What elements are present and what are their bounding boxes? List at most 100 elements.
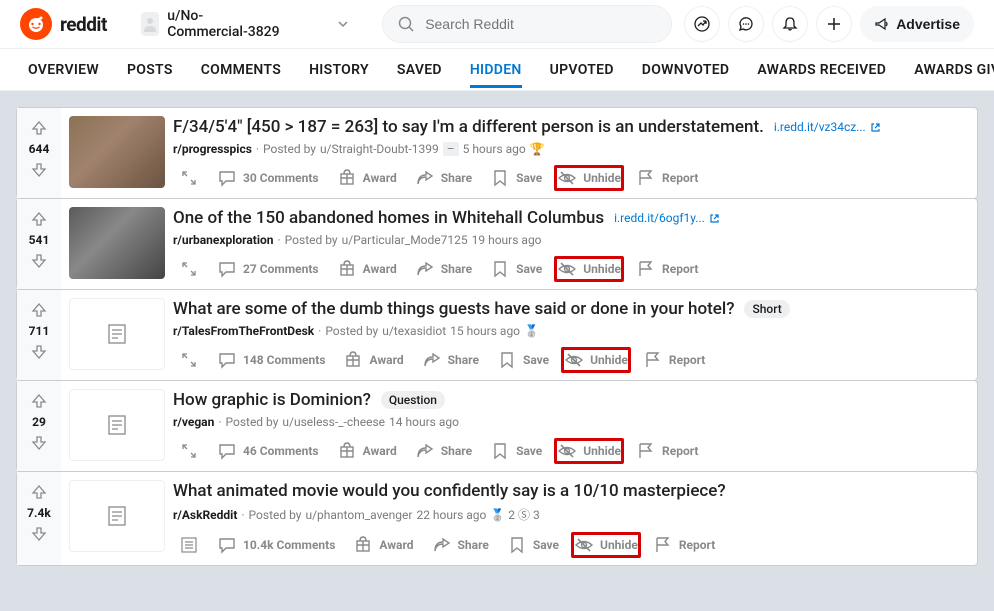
- downvote-button[interactable]: [27, 340, 51, 364]
- expand-button[interactable]: [173, 164, 205, 192]
- award-button[interactable]: Award: [347, 531, 419, 559]
- downvote-button[interactable]: [27, 249, 51, 273]
- downvote-button[interactable]: [27, 431, 51, 455]
- award-button[interactable]: Award: [331, 164, 403, 192]
- post-title[interactable]: F/34/5'4" [450 > 187 = 263] to say I'm a…: [173, 116, 764, 138]
- upvote-button[interactable]: [27, 298, 51, 322]
- tab-upvoted[interactable]: UPVOTED: [550, 52, 614, 88]
- external-link[interactable]: i.redd.it/6ogf1y...: [614, 211, 720, 225]
- subreddit-link[interactable]: r/AskReddit: [173, 508, 237, 522]
- author-link[interactable]: u/Straight-Doubt-1399: [320, 142, 439, 156]
- post-title[interactable]: What are some of the dumb things guests …: [173, 298, 734, 320]
- upvote-button[interactable]: [27, 389, 51, 413]
- share-button[interactable]: Share: [426, 531, 495, 559]
- share-icon: [415, 168, 435, 188]
- author-link[interactable]: u/phantom_avenger: [305, 508, 412, 522]
- top-header: reddit u/No-Commercial-3829: [0, 0, 994, 49]
- upvote-button[interactable]: [27, 207, 51, 231]
- post-flair[interactable]: Question: [381, 391, 445, 409]
- tab-history[interactable]: HISTORY: [309, 52, 369, 88]
- unhide-button[interactable]: Unhide: [561, 347, 631, 373]
- post-thumbnail-text-icon[interactable]: [69, 389, 165, 461]
- post-title[interactable]: How graphic is Dominion?: [173, 389, 371, 411]
- tab-hidden[interactable]: HIDDEN: [470, 52, 522, 88]
- author-link[interactable]: u/Particular_Mode7125: [342, 233, 468, 247]
- post-feed: 644 F/34/5'4" [450 > 187 = 263] to say I…: [0, 91, 994, 582]
- subreddit-link[interactable]: r/urbanexploration: [173, 233, 274, 247]
- share-button[interactable]: Share: [409, 164, 478, 192]
- advertise-button[interactable]: Advertise: [860, 6, 974, 42]
- subreddit-link[interactable]: r/TalesFromTheFrontDesk: [173, 324, 314, 338]
- expand-button[interactable]: [173, 531, 205, 559]
- share-icon: [432, 535, 452, 555]
- unhide-button[interactable]: Unhide: [571, 532, 641, 558]
- notifications-icon[interactable]: [772, 6, 808, 42]
- downvote-button[interactable]: [27, 522, 51, 546]
- subreddit-link[interactable]: r/vegan: [173, 415, 214, 429]
- author-link[interactable]: u/useless-_-cheese: [282, 415, 385, 429]
- save-button[interactable]: Save: [484, 164, 548, 192]
- post-title[interactable]: What animated movie would you confidentl…: [173, 480, 726, 502]
- expand-icon: [179, 259, 199, 279]
- share-icon: [415, 259, 435, 279]
- report-icon: [636, 168, 656, 188]
- share-icon: [415, 441, 435, 461]
- author-link[interactable]: u/texasidiot: [382, 324, 446, 338]
- tab-comments[interactable]: COMMENTS: [201, 52, 281, 88]
- award-button[interactable]: Award: [337, 346, 409, 374]
- report-button[interactable]: Report: [630, 255, 704, 283]
- post-flair[interactable]: Short: [744, 300, 789, 318]
- share-button[interactable]: Share: [409, 437, 478, 465]
- comments-button[interactable]: 46 Comments: [211, 437, 325, 465]
- search-input[interactable]: [425, 16, 657, 32]
- save-button[interactable]: Save: [484, 437, 548, 465]
- post-score: 711: [29, 324, 50, 338]
- report-button[interactable]: Report: [630, 437, 704, 465]
- unhide-button[interactable]: Unhide: [554, 256, 624, 282]
- comments-button[interactable]: 30 Comments: [211, 164, 325, 192]
- unhide-button[interactable]: Unhide: [554, 438, 624, 464]
- downvote-button[interactable]: [27, 158, 51, 182]
- post-title[interactable]: One of the 150 abandoned homes in Whiteh…: [173, 207, 604, 229]
- post-thumbnail[interactable]: [69, 116, 165, 188]
- award-button[interactable]: Award: [331, 437, 403, 465]
- post-thumbnail-text-icon[interactable]: [69, 298, 165, 370]
- external-link[interactable]: i.redd.it/vz34cz...: [774, 120, 881, 134]
- chat-icon[interactable]: [728, 6, 764, 42]
- share-button[interactable]: Share: [409, 255, 478, 283]
- tab-posts[interactable]: POSTS: [127, 52, 173, 88]
- expand-button[interactable]: [173, 255, 205, 283]
- report-button[interactable]: Report: [637, 346, 711, 374]
- user-dropdown[interactable]: u/No-Commercial-3829: [133, 4, 358, 44]
- comments-button[interactable]: 10.4k Comments: [211, 531, 341, 559]
- popular-icon[interactable]: [684, 6, 720, 42]
- header-actions: Advertise: [684, 6, 974, 42]
- comments-button[interactable]: 27 Comments: [211, 255, 325, 283]
- post-thumbnail[interactable]: [69, 207, 165, 279]
- award-button[interactable]: Award: [331, 255, 403, 283]
- save-button[interactable]: Save: [491, 346, 555, 374]
- save-button[interactable]: Save: [484, 255, 548, 283]
- report-button[interactable]: Report: [647, 531, 721, 559]
- tab-downvoted[interactable]: DOWNVOTED: [642, 52, 730, 88]
- tab-saved[interactable]: SAVED: [397, 52, 442, 88]
- create-post-icon[interactable]: [816, 6, 852, 42]
- upvote-button[interactable]: [27, 480, 51, 504]
- expand-button[interactable]: [173, 346, 205, 374]
- tab-awards-given[interactable]: AWARDS GIVEN: [914, 52, 994, 88]
- tab-overview[interactable]: OVERVIEW: [28, 52, 99, 88]
- post-thumbnail-text-icon[interactable]: [69, 480, 165, 552]
- search-box[interactable]: [382, 5, 672, 43]
- expand-button[interactable]: [173, 437, 205, 465]
- report-button[interactable]: Report: [630, 164, 704, 192]
- share-button[interactable]: Share: [416, 346, 485, 374]
- logo[interactable]: reddit: [20, 8, 107, 40]
- subreddit-link[interactable]: r/progresspics: [173, 142, 252, 156]
- comment-icon: [217, 350, 237, 370]
- unhide-button[interactable]: Unhide: [554, 165, 624, 191]
- upvote-button[interactable]: [27, 116, 51, 140]
- comments-button[interactable]: 148 Comments: [211, 346, 331, 374]
- award-badges: 🥈 2 Ⓢ 3: [490, 506, 539, 523]
- save-button[interactable]: Save: [501, 531, 565, 559]
- tab-awards-received[interactable]: AWARDS RECEIVED: [757, 52, 886, 88]
